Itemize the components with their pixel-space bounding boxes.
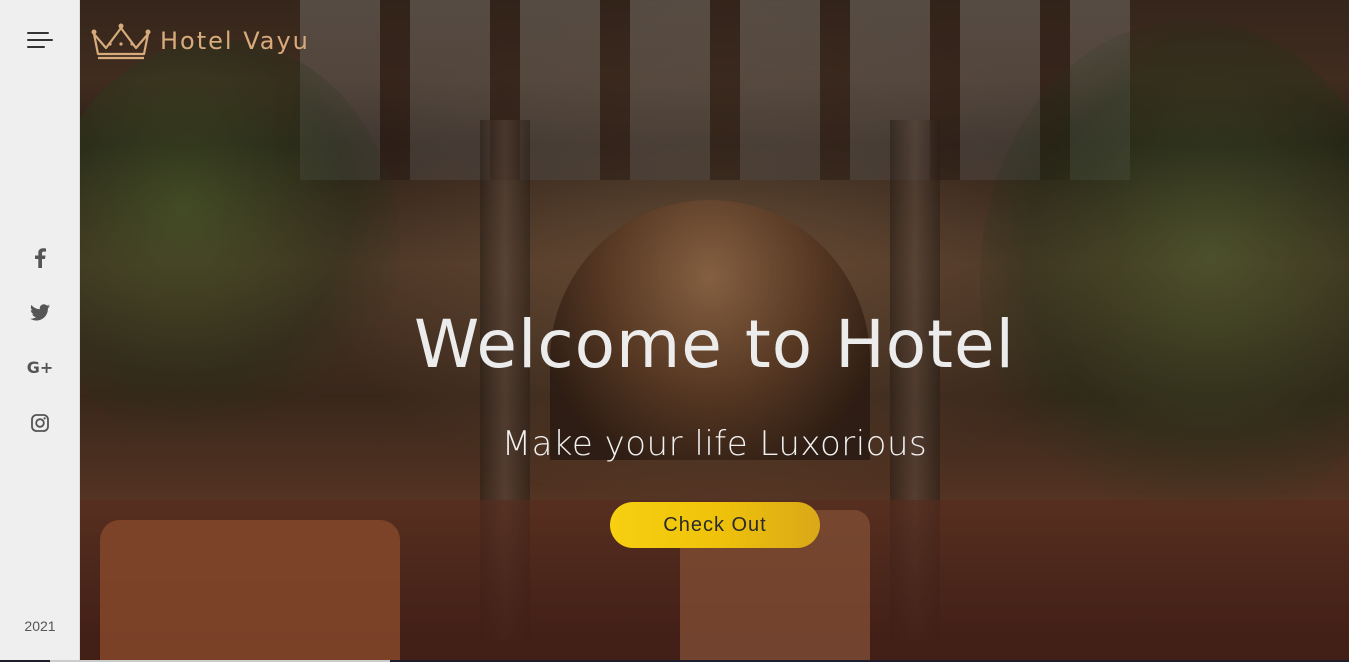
instagram-icon — [31, 413, 49, 432]
twitter-icon — [30, 304, 50, 321]
google-plus-icon: G+ — [26, 358, 54, 377]
hero-content: Welcome to Hotel Make your life Luxoriou… — [80, 0, 1349, 660]
google-plus-link[interactable]: G+ — [0, 340, 80, 395]
twitter-link[interactable] — [0, 285, 80, 340]
copyright-year: 2021 — [24, 618, 56, 634]
facebook-link[interactable] — [0, 230, 80, 285]
check-out-button[interactable]: Check Out — [610, 502, 820, 548]
social-links: G+ — [0, 230, 80, 450]
facebook-icon — [35, 247, 46, 268]
instagram-link[interactable] — [0, 395, 80, 450]
hero-subtitle: Make your life Luxorious — [501, 424, 928, 464]
hero-title: Welcome to Hotel — [414, 306, 1015, 383]
hamburger-menu-icon[interactable] — [27, 30, 55, 54]
sidebar: G+ 2021 — [0, 0, 80, 662]
hero-section: Hotel Vayu Welcome to Hotel Make your li… — [80, 0, 1349, 660]
